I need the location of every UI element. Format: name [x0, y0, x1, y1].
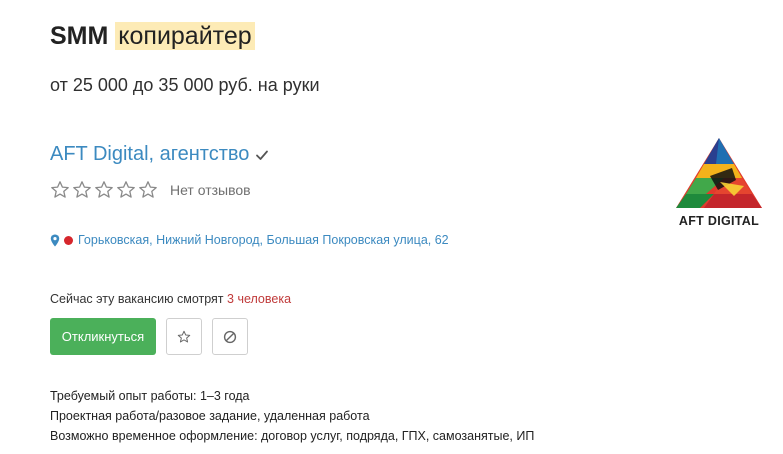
hide-vacancy-button[interactable] [212, 318, 248, 355]
vacancy-title: SMM копирайтер [50, 22, 255, 51]
company-rating: Нет отзывов [50, 180, 251, 200]
address-link[interactable]: Горьковская, Нижний Новгород, Большая По… [78, 233, 449, 247]
rating-star-icon[interactable] [116, 180, 136, 200]
rating-star-icon[interactable] [138, 180, 158, 200]
map-pin-icon [50, 234, 60, 246]
company-logo[interactable]: AFT DIGITAL [674, 136, 764, 236]
viewers-prefix: Сейчас эту вакансию смотрят [50, 292, 224, 306]
viewers-info: Сейчас эту вакансию смотрят 3 человека [50, 292, 291, 306]
rating-star-icon[interactable] [72, 180, 92, 200]
reviews-label: Нет отзывов [170, 182, 251, 198]
rating-stars[interactable] [50, 180, 158, 200]
checkmark-icon [256, 150, 269, 160]
company-header: AFT Digital, агентство [50, 143, 270, 166]
vacancy-title-highlight: копирайтер [115, 22, 255, 50]
viewers-count: 3 человека [227, 292, 292, 306]
metro-line-dot [64, 235, 73, 245]
star-icon [177, 330, 191, 342]
favorite-button[interactable] [166, 318, 202, 355]
rating-star-icon[interactable] [94, 180, 114, 200]
apply-button[interactable]: Откликнуться [50, 318, 156, 355]
vacancy-actions: Откликнуться [50, 318, 248, 355]
contract-text: Возможно временное оформление: договор у… [50, 429, 535, 443]
block-icon [223, 330, 237, 343]
salary: от 25 000 до 35 000 руб. на руки [50, 75, 320, 95]
vacancy-details: Требуемый опыт работы: 1–3 года Проектна… [50, 386, 534, 446]
rating-star-icon[interactable] [50, 180, 70, 200]
company-name-link[interactable]: AFT Digital, агентство [50, 143, 249, 166]
aft-digital-logo-icon [676, 138, 762, 208]
experience-text: Требуемый опыт работы: 1–3 года [50, 389, 250, 403]
employment-text: Проектная работа/разовое задание, удален… [50, 409, 370, 423]
vacancy-title-prefix: SMM [50, 22, 109, 50]
logo-text: AFT DIGITAL [678, 214, 760, 228]
vacancy-address: Горьковская, Нижний Новгород, Большая По… [50, 233, 449, 247]
